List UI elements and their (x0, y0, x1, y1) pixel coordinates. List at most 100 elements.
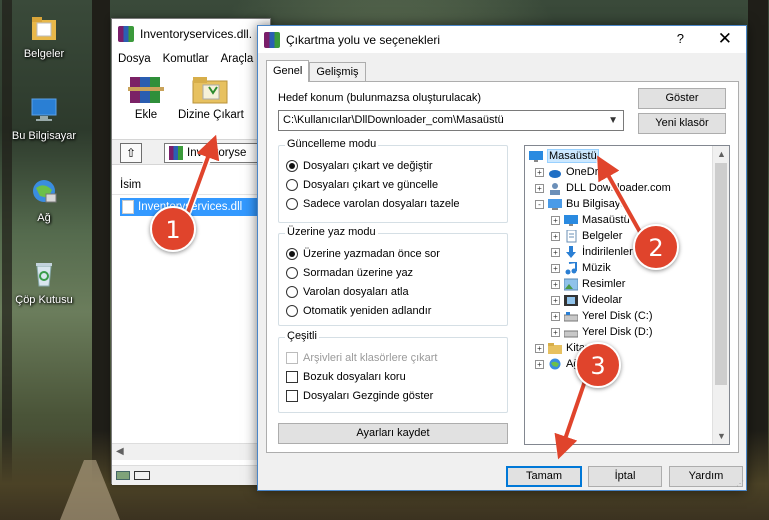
extract-to-button[interactable]: Dizine Çıkart (178, 73, 244, 121)
checkbox-keep-broken-files[interactable]: Bozuk dosyaları koru (286, 371, 406, 383)
computer-icon (28, 94, 60, 126)
tree-item-desktop-root[interactable]: Masaüstü (529, 148, 599, 164)
tree-label: Masaüstü (547, 149, 599, 163)
help-button[interactable]: Yardım (669, 466, 743, 487)
desktop-icon-recycle-bin[interactable]: Çöp Kutusu (6, 258, 82, 306)
download-icon (564, 245, 578, 259)
option-label: Dosyaları çıkart ve değiştir (303, 160, 433, 172)
expand-icon[interactable]: + (551, 231, 560, 241)
radio-button[interactable] (286, 179, 298, 191)
tree-item-pictures[interactable]: + Resimler (551, 276, 625, 292)
radio-button[interactable] (286, 248, 298, 260)
tree-label: Müzik (582, 262, 611, 274)
tree-item-this-pc[interactable]: - Bu Bilgisaya (535, 196, 627, 212)
winrar-icon (264, 31, 280, 48)
expand-icon[interactable]: + (535, 167, 544, 177)
help-title-button[interactable]: ? (677, 31, 684, 46)
checkbox-show-in-explorer[interactable]: Dosyaları Gezginde göster (286, 390, 433, 402)
tree-item-dll-downloader[interactable]: + DLL Downloader.com (535, 180, 671, 196)
collapse-icon[interactable]: - (535, 199, 544, 209)
ok-button[interactable]: Tamam (506, 466, 582, 487)
menu-item-tools[interactable]: Araçla (221, 53, 254, 65)
tree-label: Belgeler (582, 230, 623, 242)
tree-label: Bu Bilgisaya (566, 198, 627, 210)
expand-icon[interactable]: + (551, 311, 560, 321)
radio-button[interactable] (286, 267, 298, 279)
menu-item-commands[interactable]: Komutlar (163, 53, 209, 65)
expand-icon[interactable]: + (551, 295, 560, 305)
desktop-icon (564, 214, 578, 227)
radio-freshen-existing[interactable]: Sadece varolan dosyaları tazele (286, 198, 460, 210)
expand-icon[interactable]: + (535, 183, 544, 193)
tree-label: Masaüstü (582, 214, 630, 226)
radio-overwrite-without-prompt[interactable]: Sormadan üzerine yaz (286, 267, 413, 279)
expand-icon[interactable]: + (551, 327, 560, 337)
tree-item-network[interactable]: + Ağ (535, 356, 579, 372)
expand-icon[interactable]: + (551, 263, 560, 273)
music-icon (564, 260, 578, 275)
file-list-item[interactable]: Inventoryservices.dll (120, 198, 272, 216)
tree-item-downloads[interactable]: + İndirilenler (551, 244, 633, 260)
menu-item-file[interactable]: Dosya (118, 53, 151, 65)
add-label: Ekle (134, 109, 158, 121)
close-button[interactable]: ✕ (718, 29, 732, 49)
tree-item-videos[interactable]: + Videolar (551, 292, 622, 308)
scroll-up-icon[interactable]: ▲ (717, 149, 726, 159)
option-label: Sormadan üzerine yaz (303, 267, 414, 279)
tree-vertical-scrollbar[interactable]: ▲ ▼ (712, 146, 729, 444)
tab-general[interactable]: Genel (266, 60, 310, 82)
add-button[interactable]: Ekle (124, 73, 168, 121)
cancel-button[interactable]: İptal (588, 466, 662, 487)
radio-extract-replace[interactable]: Dosyaları çıkart ve değiştir (286, 160, 433, 172)
scroll-left-icon[interactable]: ◀ (116, 446, 124, 457)
expand-icon[interactable]: + (551, 215, 560, 225)
up-folder-button[interactable]: ⇧ (120, 143, 142, 163)
show-button[interactable]: Göster (638, 88, 726, 109)
radio-skip-existing[interactable]: Varolan dosyaları atla (286, 286, 409, 298)
desktop-icon-network[interactable]: Ağ (6, 176, 82, 224)
radio-button[interactable] (286, 305, 298, 317)
checkbox[interactable] (286, 371, 298, 383)
step-badge-3: 3 (575, 342, 621, 388)
expand-icon[interactable]: + (535, 359, 544, 369)
pictures-icon (563, 278, 579, 291)
new-folder-button[interactable]: Yeni klasör (638, 113, 726, 134)
window-titlebar: Inventoryservices.dll. (112, 19, 270, 49)
dll-file-icon (122, 200, 134, 214)
target-path-combobox[interactable]: C:\Kullanıcılar\DllDownloader_com\Masaüs… (278, 110, 624, 131)
chevron-down-icon[interactable]: ▼ (608, 111, 618, 130)
desktop-icon (529, 150, 543, 163)
tab-advanced[interactable]: Gelişmiş (309, 62, 366, 82)
folder-documents-icon (28, 12, 60, 44)
tree-label: Videolar (582, 294, 623, 306)
tree-item-documents[interactable]: + Belgeler (551, 228, 622, 244)
radio-button[interactable] (286, 286, 298, 298)
option-label: Sadece varolan dosyaları tazele (303, 198, 460, 210)
save-settings-button[interactable]: Ayarları kaydet (278, 423, 508, 444)
resize-grip-icon[interactable]: ⋰ (736, 479, 744, 488)
radio-ask-before-overwrite[interactable]: Üzerine yazmadan önce sor (286, 248, 440, 260)
tree-item-desktop[interactable]: + Masaüstü (551, 212, 630, 228)
expand-icon[interactable]: + (551, 247, 560, 257)
radio-button[interactable] (286, 198, 298, 210)
desktop-icon-computer[interactable]: Bu Bilgisayar (6, 94, 82, 142)
scroll-down-icon[interactable]: ▼ (717, 431, 726, 441)
horizontal-scrollbar[interactable]: ◀ (112, 443, 272, 460)
tree-item-music[interactable]: + Müzik (551, 260, 611, 276)
tree-item-local-disk-d[interactable]: + Yerel Disk (D:) (551, 324, 653, 340)
column-header-name[interactable]: İsim (112, 175, 272, 195)
expand-icon[interactable]: + (551, 279, 560, 289)
folder-tree[interactable]: Masaüstü + OneDr + DLL Downloader.com - … (524, 145, 730, 445)
checkbox[interactable] (286, 390, 298, 402)
tree-item-local-disk-c[interactable]: + Yerel Disk (C:) (551, 308, 653, 324)
tree-label: Yerel Disk (D:) (582, 326, 653, 338)
option-label: Dosyaları Gezginde göster (303, 390, 434, 402)
desktop-icon-documents[interactable]: Belgeler (6, 12, 82, 60)
address-field[interactable]: Inventoryse (164, 143, 272, 163)
scroll-thumb[interactable] (715, 163, 727, 385)
tree-item-onedrive[interactable]: + OneDr (535, 164, 598, 180)
radio-extract-update[interactable]: Dosyaları çıkart ve güncelle (286, 179, 438, 191)
radio-auto-rename[interactable]: Otomatik yeniden adlandır (286, 305, 431, 317)
expand-icon[interactable]: + (535, 343, 544, 353)
radio-button[interactable] (286, 160, 298, 172)
